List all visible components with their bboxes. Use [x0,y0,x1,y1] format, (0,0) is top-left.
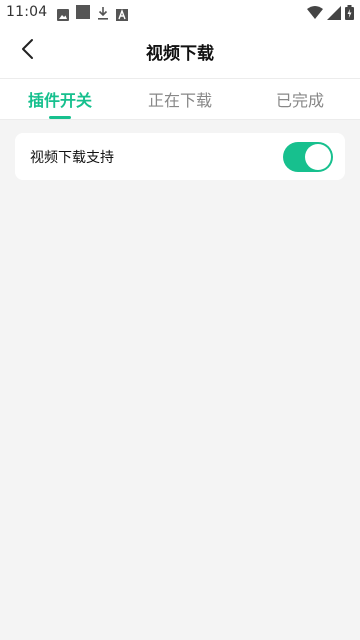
video-download-toggle[interactable] [283,141,333,172]
tab-active-indicator [49,116,71,119]
tab-label: 正在下载 [147,91,212,110]
tab-plugin-switch[interactable]: 插件开关 [0,79,120,119]
square-icon [76,5,91,19]
toggle-knob [305,143,331,170]
app-header: 视频下载 [0,24,360,78]
back-button[interactable] [12,36,42,66]
system-icons [307,4,354,20]
image-icon [57,6,70,21]
tab-downloading[interactable]: 正在下载 [120,79,240,119]
battery-icon [345,4,354,20]
setting-label: 视频下载支持 [30,149,114,166]
status-time: 11:04 [6,4,48,20]
download-icon [97,5,109,20]
wifi-icon [307,5,323,19]
notification-icons [57,5,129,21]
tab-completed[interactable]: 已完成 [240,79,360,119]
tab-label: 已完成 [275,91,324,110]
a-icon [116,6,129,21]
page-title: 视频下载 [146,43,214,64]
screen: 11:04 视频下载 插件开关 正在下载 已完成 视频下载支持 [0,0,360,640]
status-bar: 11:04 [0,0,360,24]
tab-label: 插件开关 [27,91,92,110]
video-download-setting-card: 视频下载支持 [15,133,345,180]
chevron-left-icon [20,38,34,64]
signal-icon [327,5,341,20]
tab-bar: 插件开关 正在下载 已完成 [0,78,360,120]
